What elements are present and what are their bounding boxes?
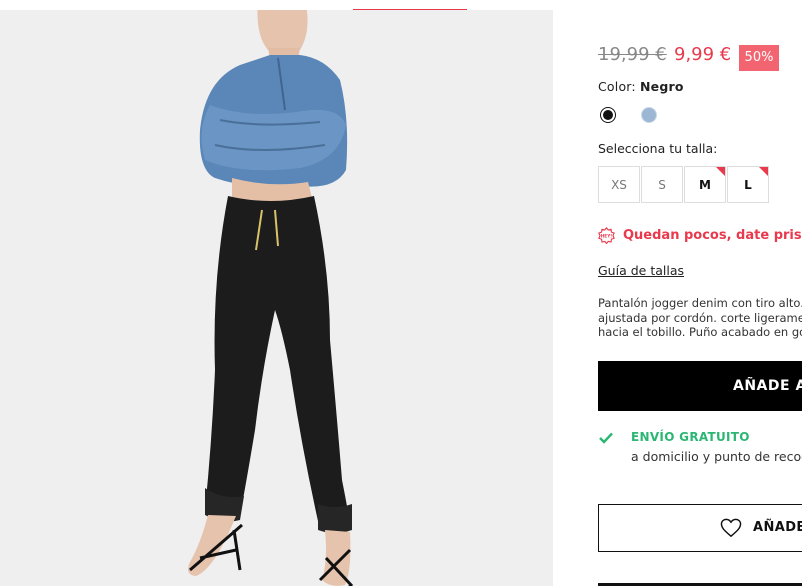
add-to-cart-label: AÑADE A LA CESTA <box>733 378 802 394</box>
description-line: Pantalón jogger denim con tiro alto. Cin… <box>598 296 802 310</box>
size-option-label: M <box>699 177 711 192</box>
selected-color-name: Negro <box>640 79 684 94</box>
color-label-prefix: Color: <box>598 79 636 94</box>
heart-icon <box>720 518 742 538</box>
color-label: Color: Negro <box>598 79 684 94</box>
size-option-label: S <box>658 177 666 192</box>
add-to-wishlist-button[interactable]: AÑADE A FAVORITOS <box>598 504 802 552</box>
product-image[interactable] <box>0 10 553 586</box>
size-option-m[interactable]: M <box>684 166 726 203</box>
size-option-s[interactable]: S <box>641 166 683 203</box>
discount-badge: 50% <box>739 45 779 71</box>
description-line: hacia el tobillo. Puño acabado en goma. <box>598 325 802 339</box>
description-line: ajustada por cordón. corte ligeramente <box>598 310 802 325</box>
size-label: Selecciona tu talla: <box>598 141 718 156</box>
hey-badge-text: HEY! <box>601 233 613 239</box>
hey-badge-icon: HEY! <box>598 227 615 244</box>
free-shipping-title: ENVÍO GRATUITO <box>631 430 750 444</box>
product-description: Pantalón jogger denim con tiro alto. Cin… <box>598 296 802 340</box>
wishlist-label: AÑADE A FAVORITOS <box>753 520 802 535</box>
size-option-xs[interactable]: XS <box>598 166 640 203</box>
free-shipping-subtitle: a domicilio y punto de recogida <box>631 449 802 464</box>
size-option-label: XS <box>611 177 627 192</box>
low-stock-text: Quedan pocos, date prisa <box>623 228 802 243</box>
size-guide-link[interactable]: Guía de tallas <box>598 263 684 278</box>
model-photo <box>0 10 553 586</box>
size-selector: XS S M L <box>598 166 770 203</box>
product-info-panel: 19,99 € 9,99 € 50% Color: Negro Seleccio… <box>553 0 802 586</box>
low-stock-flag <box>759 167 768 176</box>
size-option-label: L <box>744 177 752 192</box>
add-to-cart-button[interactable]: AÑADE A LA CESTA <box>598 361 802 411</box>
low-stock-alert: HEY! Quedan pocos, date prisa <box>598 227 802 244</box>
sale-price: 9,99 € <box>674 44 732 65</box>
color-swatch-black[interactable] <box>600 107 616 123</box>
low-stock-flag <box>716 167 725 176</box>
check-icon <box>599 432 613 444</box>
size-option-l[interactable]: L <box>727 166 769 203</box>
old-price: 19,99 € <box>598 44 667 65</box>
color-swatch-blue[interactable] <box>641 107 657 123</box>
